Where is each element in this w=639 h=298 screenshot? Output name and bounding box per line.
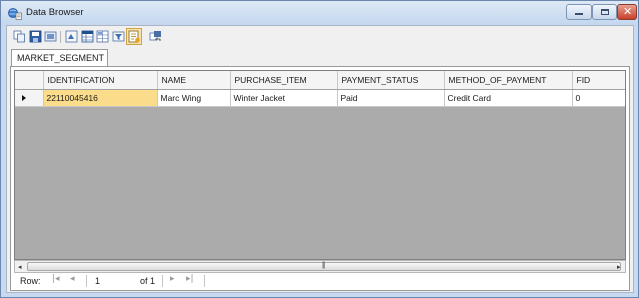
client-area: MARKET_SEGMENT IDENTIFICATION NAME PURCH… [6, 25, 634, 293]
sql-query-icon[interactable] [126, 28, 142, 45]
navigator-separator [86, 275, 87, 287]
title-bar[interactable]: Data Browser ✕ [1, 1, 638, 25]
row-label: Row: [20, 276, 41, 286]
column-header[interactable]: PAYMENT_STATUS [337, 71, 445, 90]
save-as-icon[interactable] [44, 30, 57, 43]
grid-layout-icon[interactable] [96, 30, 109, 43]
scroll-left-icon[interactable]: ◂ [18, 263, 22, 271]
column-header[interactable]: METHOD_OF_PAYMENT [444, 71, 573, 90]
row-count: of 1 [140, 276, 156, 286]
export-icon[interactable] [149, 30, 162, 43]
grid-cell[interactable]: Winter Jacket [230, 89, 338, 107]
grid-cell[interactable]: Credit Card [444, 89, 573, 107]
column-header[interactable]: PURCHASE_ITEM [230, 71, 338, 90]
table-view-icon[interactable] [81, 30, 94, 43]
grid-cell[interactable]: Paid [337, 89, 445, 107]
grid-cell[interactable]: Marc Wing [157, 89, 231, 107]
tab-market-segment[interactable]: MARKET_SEGMENT [11, 49, 108, 66]
header-row: IDENTIFICATION NAME PURCHASE_ITEM PAYMEN… [15, 71, 625, 90]
last-record-icon[interactable]: ▸| [186, 274, 194, 284]
column-header[interactable]: FID [572, 71, 625, 90]
refresh-icon[interactable] [65, 30, 78, 43]
scroll-grip-icon: ||| [322, 262, 326, 269]
close-icon: ✕ [623, 5, 633, 18]
save-icon[interactable] [29, 30, 42, 43]
close-button[interactable]: ✕ [617, 4, 637, 20]
row-pointer-icon [22, 95, 26, 101]
filter-icon[interactable] [112, 30, 125, 43]
corner-header[interactable] [15, 71, 44, 90]
minimize-button[interactable] [566, 4, 592, 20]
column-header[interactable]: IDENTIFICATION [43, 71, 158, 90]
scroll-thumb[interactable]: ||| [27, 262, 621, 271]
navigator-separator [162, 275, 163, 287]
horizontal-scrollbar[interactable]: ◂ ||| ▸ [14, 260, 626, 273]
data-browser-window: Data Browser ✕ MARKET_SEGMENT IDENTIFICA… [0, 0, 639, 298]
next-record-icon[interactable]: ▸ [170, 274, 175, 284]
grid-cell[interactable]: 0 [572, 89, 625, 107]
minimize-icon [575, 13, 583, 15]
window-title: Data Browser [26, 7, 84, 18]
current-row-input[interactable] [92, 275, 135, 287]
copy-icon[interactable] [13, 30, 26, 43]
navigator-separator [204, 275, 205, 287]
first-record-icon[interactable]: |◂ [52, 274, 60, 284]
toolbar [7, 26, 633, 48]
grid-cell-selected[interactable]: 22110045416 [43, 89, 158, 107]
maximize-button[interactable] [592, 4, 617, 20]
tab-label: MARKET_SEGMENT [17, 53, 105, 63]
previous-record-icon[interactable]: ◂ [70, 274, 75, 284]
tab-panel: IDENTIFICATION NAME PURCHASE_ITEM PAYMEN… [10, 66, 630, 291]
column-header[interactable]: NAME [157, 71, 231, 90]
record-navigator: Row: |◂ ◂ of 1 ▸ ▸| [14, 274, 626, 288]
toolbar-separator [60, 31, 61, 43]
maximize-icon [601, 9, 609, 15]
row-header[interactable] [15, 89, 44, 107]
data-browser-icon [8, 7, 22, 20]
table-row[interactable]: 22110045416 Marc Wing Winter Jacket Paid… [15, 89, 625, 107]
data-grid: IDENTIFICATION NAME PURCHASE_ITEM PAYMEN… [14, 70, 626, 260]
scroll-right-icon[interactable]: ▸ [617, 263, 621, 271]
